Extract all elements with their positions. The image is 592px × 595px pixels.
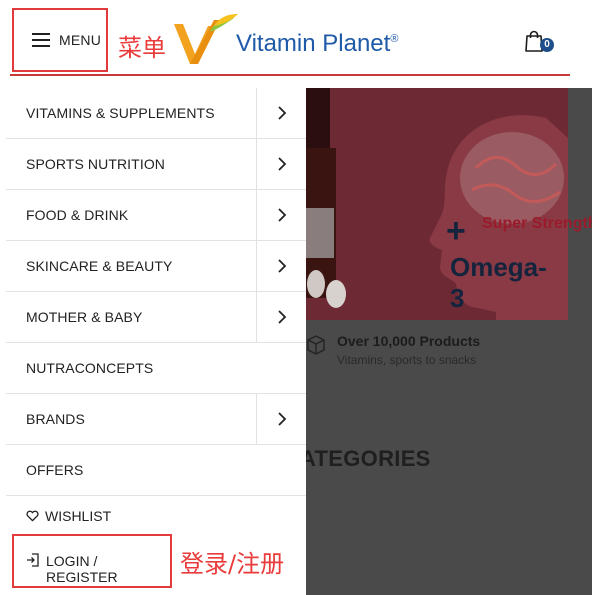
- cart-button[interactable]: 0: [524, 30, 554, 54]
- side-menu: VITAMINS & SUPPLEMENTS SPORTS NUTRITION …: [6, 88, 306, 595]
- header-divider: [10, 74, 570, 76]
- wishlist-label: WISHLIST: [45, 508, 112, 524]
- site-logo[interactable]: Vitamin Planet®: [168, 14, 438, 70]
- login-register-link[interactable]: LOGIN / REGISTER: [12, 534, 172, 588]
- menu-item-food-drink[interactable]: FOOD & DRINK: [6, 190, 306, 241]
- menu-item-label: MOTHER & BABY: [26, 309, 143, 325]
- hamburger-icon: [32, 33, 50, 47]
- menu-item-label: SKINCARE & BEAUTY: [26, 258, 173, 274]
- menu-label: MENU: [59, 32, 102, 48]
- chevron-right-icon: [277, 412, 286, 426]
- chevron-right-icon: [277, 310, 286, 324]
- menu-annotation: 菜单: [118, 34, 166, 62]
- box-icon: [307, 335, 325, 355]
- login-annotation: 登录/注册: [180, 550, 285, 578]
- menu-item-label: VITAMINS & SUPPLEMENTS: [26, 105, 215, 121]
- chevron-right-icon: [277, 106, 286, 120]
- site-header: MENU 菜单 Vitamin Planet® 0: [0, 0, 592, 88]
- submenu-toggle[interactable]: [256, 394, 306, 444]
- menu-item-nutraconcepts[interactable]: NUTRACONCEPTS: [6, 343, 306, 394]
- feature-title: Over 10,000 Products: [337, 333, 481, 349]
- heart-icon: [26, 510, 39, 522]
- menu-item-vitamins-supplements[interactable]: VITAMINS & SUPPLEMENTS: [6, 88, 306, 139]
- logo-text: Vitamin Planet®: [236, 30, 399, 57]
- chevron-right-icon: [277, 259, 286, 273]
- submenu-toggle[interactable]: [256, 292, 306, 342]
- submenu-toggle[interactable]: [256, 88, 306, 138]
- menu-item-sports-nutrition[interactable]: SPORTS NUTRITION: [6, 139, 306, 190]
- menu-item-label: SPORTS NUTRITION: [26, 156, 166, 172]
- menu-item-label: BRANDS: [26, 411, 85, 427]
- menu-item-offers[interactable]: OFFERS: [6, 445, 306, 496]
- menu-item-brands[interactable]: BRANDS: [6, 394, 306, 445]
- cart-count-badge: 0: [540, 38, 554, 52]
- menu-item-label: FOOD & DRINK: [26, 207, 129, 223]
- menu-item-skincare-beauty[interactable]: SKINCARE & BEAUTY: [6, 241, 306, 292]
- submenu-toggle[interactable]: [256, 139, 306, 189]
- wishlist-link[interactable]: WISHLIST: [6, 496, 306, 536]
- plus-icon: +: [446, 212, 466, 250]
- menu-item-mother-baby[interactable]: MOTHER & BABY: [6, 292, 306, 343]
- login-icon: [27, 553, 39, 567]
- page-overlay[interactable]: + Super Strength Omega-3 Over 10,000 Pro…: [306, 88, 592, 595]
- login-register-label: LOGIN / REGISTER: [46, 553, 118, 585]
- submenu-toggle[interactable]: [256, 241, 306, 291]
- menu-item-label: NUTRACONCEPTS: [26, 360, 154, 376]
- supplement-bottle-image: [306, 88, 346, 308]
- menu-button[interactable]: MENU: [12, 8, 108, 72]
- feature-products: Over 10,000 Products Vitamins, sports to…: [306, 328, 568, 368]
- hero-super-strength: Super Strength: [482, 215, 592, 232]
- chevron-right-icon: [277, 157, 286, 171]
- hero-omega: Omega-3: [450, 252, 547, 313]
- logo-v-icon: [174, 14, 238, 64]
- chevron-right-icon: [277, 208, 286, 222]
- menu-item-label: OFFERS: [26, 462, 84, 478]
- submenu-toggle[interactable]: [256, 190, 306, 240]
- feature-subtitle: Vitamins, sports to snacks: [337, 353, 477, 367]
- hero-banner: + Super Strength Omega-3: [306, 88, 592, 320]
- categories-heading: ATEGORIES: [306, 446, 431, 471]
